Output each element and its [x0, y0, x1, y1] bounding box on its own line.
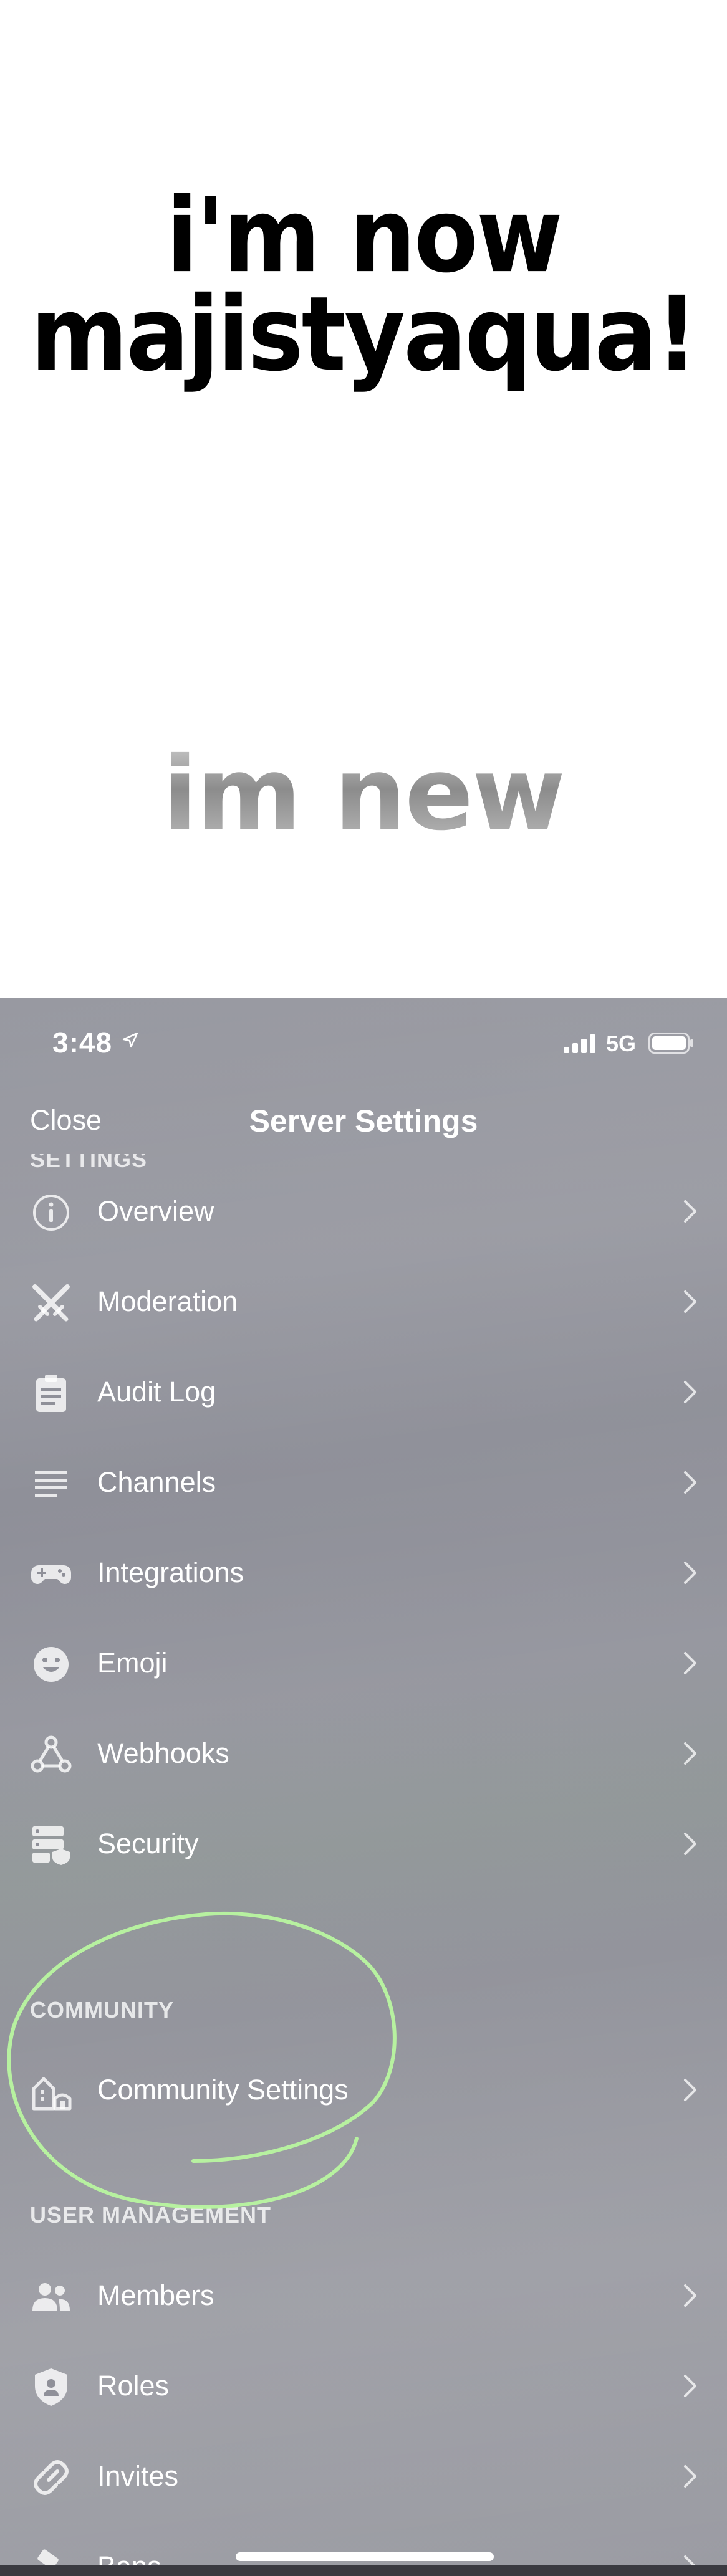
- user-row-roles[interactable]: Roles: [0, 2341, 727, 2431]
- swords-icon: [32, 1284, 70, 1322]
- bottom-edge: [0, 2565, 727, 2576]
- row-label-channels: Channels: [97, 1466, 216, 1498]
- chevron-right-icon: [684, 1290, 696, 1313]
- row-label-integrations: Integrations: [97, 1557, 244, 1588]
- chevron-right-icon: [684, 2079, 696, 2101]
- chevron-right-icon: [684, 2284, 696, 2307]
- smiley-icon: [34, 1647, 69, 1682]
- page-title: Server Settings: [249, 1104, 478, 1138]
- server-settings-screen: 3:48 5G Close Server Settings SETTINGS O…: [0, 998, 727, 2576]
- security-icon: [32, 1826, 70, 1865]
- navigation-bar: Close Server Settings: [0, 1085, 727, 1154]
- clipboard-icon: [36, 1375, 66, 1412]
- settings-row-audit-log[interactable]: Audit Log: [0, 1347, 727, 1438]
- link-icon: [34, 2460, 69, 2495]
- settings-row-moderation[interactable]: Moderation: [0, 1257, 727, 1347]
- row-label-webhooks: Webhooks: [97, 1737, 229, 1769]
- section-header-user-management: USER MANAGEMENT: [30, 2202, 272, 2228]
- meme-top-line1: i'm now: [166, 176, 562, 296]
- row-label-invites: Invites: [97, 2460, 179, 2492]
- settings-row-emoji[interactable]: Emoji: [0, 1618, 727, 1709]
- chevron-right-icon: [684, 1471, 696, 1494]
- row-label-moderation: Moderation: [97, 1286, 238, 1317]
- chevron-right-icon: [684, 1652, 696, 1674]
- user-row-invites[interactable]: Invites: [0, 2431, 727, 2522]
- row-label-audit-log: Audit Log: [97, 1376, 216, 1408]
- row-label-members: Members: [97, 2279, 214, 2311]
- community-row-settings[interactable]: Community Settings: [0, 2045, 727, 2135]
- status-bar: 3:48 5G: [0, 998, 727, 1085]
- meme-top-line2: majistyaqua!: [30, 275, 698, 394]
- chevron-right-icon: [684, 1381, 696, 1403]
- home-indicator: [236, 2552, 494, 2561]
- community-icon: [32, 2077, 72, 2111]
- cellular-signal-icon: [564, 1034, 595, 1053]
- members-icon: [32, 2283, 70, 2311]
- row-label-security: Security: [97, 1828, 199, 1859]
- row-label-roles: Roles: [97, 2370, 170, 2402]
- chevron-right-icon: [684, 2375, 696, 2397]
- shield-icon: [35, 2368, 67, 2406]
- row-label-emoji: Emoji: [97, 1647, 168, 1679]
- network-type: 5G: [606, 1031, 637, 1056]
- meme-bottom-text: im new: [0, 742, 727, 847]
- settings-row-integrations[interactable]: Integrations: [0, 1528, 727, 1618]
- settings-row-security[interactable]: Security: [0, 1799, 727, 1889]
- status-time: 3:48: [52, 1026, 113, 1059]
- battery-icon: [648, 1033, 693, 1054]
- user-row-members[interactable]: Members: [0, 2251, 727, 2341]
- info-icon: [33, 1195, 69, 1231]
- settings-row-overview[interactable]: Overview: [0, 1166, 727, 1257]
- meme-top-text: i'm now majistyaqua!: [0, 182, 727, 389]
- gamepad-icon: [31, 1565, 71, 1584]
- chevron-right-icon: [684, 2465, 696, 2488]
- settings-row-webhooks[interactable]: Webhooks: [0, 1709, 727, 1799]
- location-arrow-icon: [122, 1032, 138, 1048]
- meme-caption-area: i'm now majistyaqua! im new: [0, 0, 727, 998]
- row-label-community-settings: Community Settings: [97, 2074, 349, 2106]
- chevron-right-icon: [684, 1200, 696, 1223]
- chevron-right-icon: [684, 1742, 696, 1765]
- webhook-icon: [31, 1735, 72, 1773]
- list-icon: [35, 1471, 67, 1497]
- settings-row-channels[interactable]: Channels: [0, 1438, 727, 1528]
- section-header-community: COMMUNITY: [30, 1997, 174, 2023]
- chevron-right-icon: [684, 1562, 696, 1584]
- chevron-right-icon: [684, 1833, 696, 1855]
- row-label-overview: Overview: [97, 1195, 214, 1227]
